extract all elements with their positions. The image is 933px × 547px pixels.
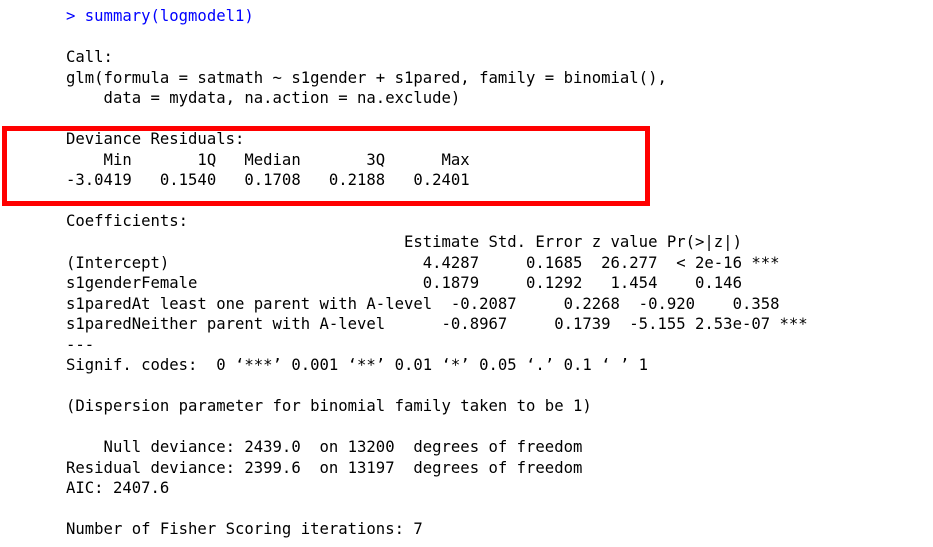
coefficients-header: Coefficients: — [66, 212, 189, 230]
signif-codes: Signif. codes: 0 ‘***’ 0.001 ‘**’ 0.01 ‘… — [66, 356, 649, 374]
coef-row-pared-at-least-one: s1paredAt least one parent with A-level … — [66, 294, 818, 313]
call-header: Call: — [66, 48, 113, 66]
fisher-scoring-iterations: Number of Fisher Scoring iterations: 7 — [66, 520, 423, 538]
null-deviance: Null deviance: 2439.0 on 13200 degrees o… — [66, 438, 583, 456]
call-line-1: glm(formula = satmath ~ s1gender + s1par… — [66, 68, 667, 87]
dispersion-note: (Dispersion parameter for binomial famil… — [66, 397, 592, 415]
residual-deviance: Residual deviance: 2399.6 on 13197 degre… — [66, 458, 583, 477]
separator-line: --- — [66, 335, 95, 354]
deviance-residuals-highlight-box — [2, 126, 650, 206]
console-prompt-command: > summary(logmodel1) — [66, 7, 254, 25]
call-line-2: data = mydata, na.action = na.exclude) — [66, 89, 461, 107]
coefficients-column-header: Estimate Std. Error z value Pr(>|z|) — [66, 233, 780, 251]
coef-row-pared-neither: s1paredNeither parent with A-level -0.89… — [66, 315, 808, 333]
coef-row-gender-female: s1genderFemale 0.1879 0.1292 1.454 0.146 — [66, 274, 780, 292]
aic-value: AIC: 2407.6 — [66, 479, 170, 497]
coef-row-intercept: (Intercept) 4.4287 0.1685 26.277 < 2e-16… — [66, 253, 780, 272]
